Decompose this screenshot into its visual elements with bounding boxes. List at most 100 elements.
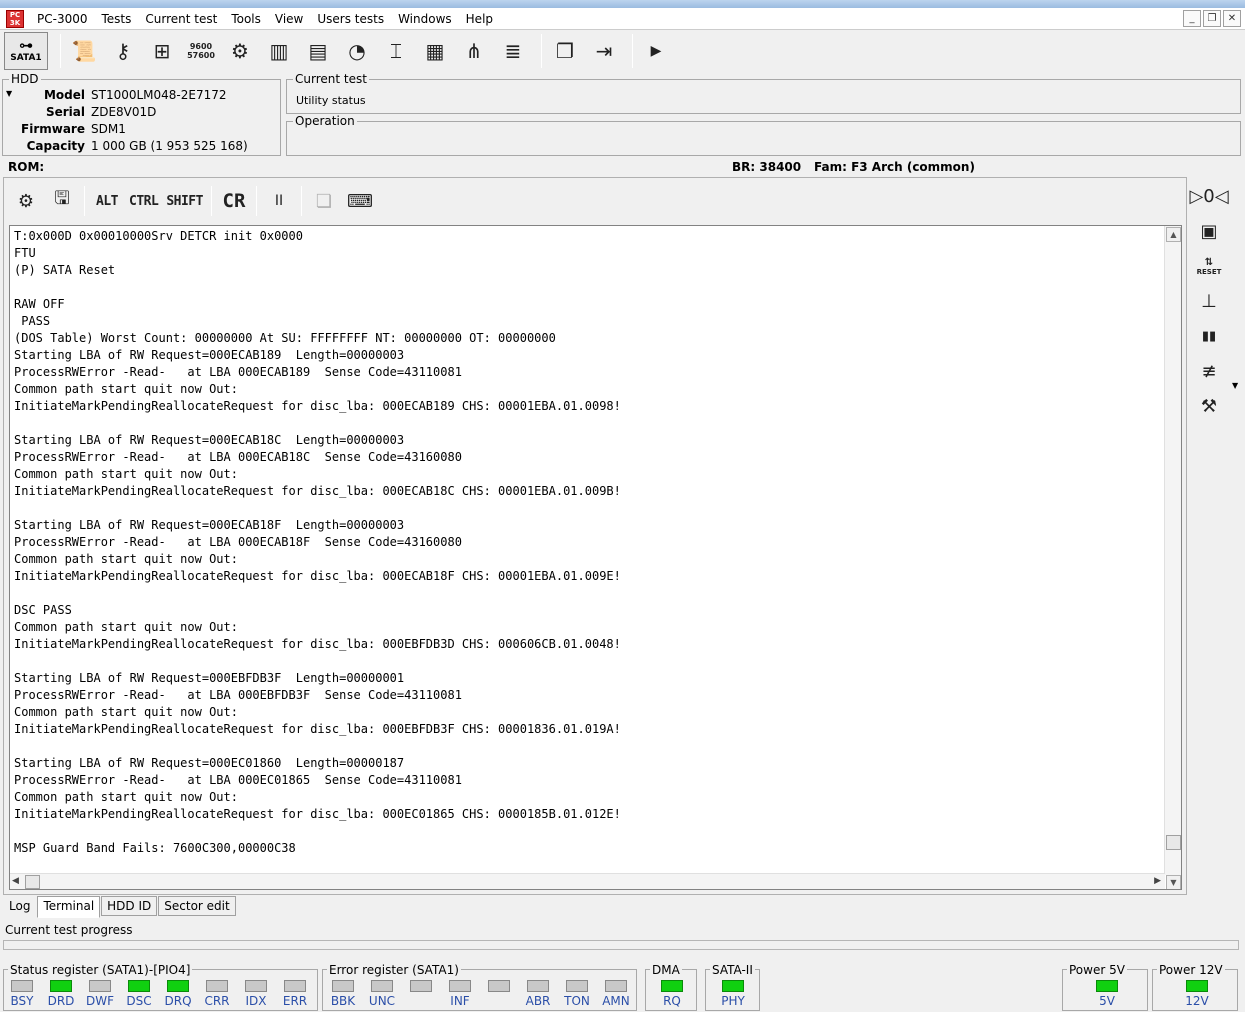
status-led — [371, 980, 393, 992]
disk-icon[interactable]: ◔ — [340, 34, 374, 68]
status-register-title: Status register (SATA1)-[PIO4] — [8, 963, 193, 977]
tools-icon[interactable]: ⚒ — [1192, 391, 1226, 421]
terminal-line: ProcessRWError -Read- at LBA 000EBFDB3F … — [14, 688, 462, 702]
menu-windows[interactable]: Windows — [391, 12, 459, 26]
tab-sector-edit[interactable]: Sector edit — [158, 896, 236, 916]
terminal-output[interactable]: T:0x000D 0x00010000Srv DETCR init 0x0000… — [9, 225, 1182, 890]
status-led — [332, 980, 354, 992]
window-title-strip — [0, 0, 1245, 8]
connector-icon[interactable]: ⊥ — [1192, 286, 1226, 316]
tab-hdd-id[interactable]: HDD ID — [101, 896, 158, 916]
operation-title: Operation — [293, 114, 357, 128]
save-icon[interactable]: 🖫 — [48, 186, 76, 216]
terminal-line: Starting LBA of RW Request=000ECAB18F Le… — [14, 518, 405, 532]
network-icon[interactable]: ⋔ — [457, 34, 491, 68]
menu-view[interactable]: View — [268, 12, 310, 26]
scroll-left-icon[interactable]: ◀ — [12, 876, 19, 886]
status-led — [1186, 980, 1208, 992]
status-led — [206, 980, 228, 992]
shift-key-button[interactable]: SHIFT — [166, 186, 203, 216]
app-logo-icon[interactable]: PC 3K — [6, 9, 24, 28]
terminal-line: Starting LBA of RW Request=000EBFDB3F Le… — [14, 671, 405, 685]
terminal-line: Common path start quit now Out: — [14, 705, 238, 719]
status-led — [128, 980, 150, 992]
windows-stack-icon[interactable]: ❐ — [548, 34, 582, 68]
terminal-line: MSP Guard Band Fails: 7600C300,00000C38 — [14, 841, 296, 855]
cr-button[interactable]: CR — [220, 186, 248, 216]
keyboard-icon[interactable]: ⌨ — [346, 186, 374, 216]
chevron-down-icon[interactable]: ▼ — [1232, 381, 1238, 390]
baud-rate-button[interactable]: 9600 57600 — [184, 34, 218, 68]
play-icon[interactable]: ▶ — [639, 34, 673, 68]
close-button[interactable]: ✕ — [1223, 10, 1241, 27]
zero-fill-icon[interactable]: ▷0◁ — [1189, 181, 1228, 211]
baud-rate-bottom: 57600 — [187, 51, 215, 60]
status-led — [89, 980, 111, 992]
current-test-value: Utility status — [296, 94, 366, 107]
terminal-line: T:0x000D 0x00010000Srv DETCR init 0x0000 — [14, 229, 303, 243]
list-icon[interactable]: ≣ — [496, 34, 530, 68]
test-progress-bar — [3, 940, 1239, 950]
vertical-scrollbar[interactable]: ▲ ▼ — [1164, 226, 1181, 889]
chip-icon[interactable]: ▥ — [262, 34, 296, 68]
hdd-info-icon[interactable]: ▤ — [301, 34, 335, 68]
restore-button[interactable]: ❐ — [1203, 10, 1221, 27]
reset-button[interactable]: ⇅ RESET — [1192, 251, 1226, 281]
scroll-log-icon[interactable]: 📜 — [67, 34, 101, 68]
status-led — [11, 980, 33, 992]
status-led-label: CRR — [204, 994, 230, 1008]
ctrl-key-button[interactable]: CTRL — [129, 186, 159, 216]
terminal-line: Starting LBA of RW Request=000EC01860 Le… — [14, 756, 405, 770]
menu-tools[interactable]: Tools — [224, 12, 268, 26]
menu-tests[interactable]: Tests — [94, 12, 138, 26]
sata2-title: SATA-II — [710, 963, 755, 977]
scroll-up-icon[interactable]: ▲ — [1166, 227, 1181, 242]
terminal-line: PASS — [14, 314, 51, 328]
status-led — [1096, 980, 1118, 992]
tab-log[interactable]: Log — [3, 896, 37, 916]
status-led-label: BSY — [10, 994, 34, 1008]
hdd-field-value: 1 000 GB (1 953 525 168) — [91, 139, 248, 153]
terminal-line: (DOS Table) Worst Count: 00000000 At SU:… — [14, 331, 556, 345]
terminal-line: Starting LBA of RW Request=000ECAB18C Le… — [14, 433, 405, 447]
menu-help[interactable]: Help — [459, 12, 500, 26]
scrollbar-thumb[interactable] — [1166, 835, 1181, 850]
gear-drive-icon[interactable]: ⚙ — [223, 34, 257, 68]
alt-key-button[interactable]: ALT — [93, 186, 121, 216]
minimize-button[interactable]: _ — [1183, 10, 1201, 27]
key-icon[interactable]: ⚷ — [106, 34, 140, 68]
scroll-down-icon[interactable]: ▼ — [1166, 875, 1181, 889]
terminal-text: T:0x000D 0x00010000Srv DETCR init 0x0000… — [14, 228, 1164, 857]
copy-icon[interactable]: ❏ — [310, 186, 338, 216]
family-label: Fam: F3 Arch (common) — [814, 160, 975, 174]
pause-button[interactable]: II — [265, 186, 293, 216]
scrollbar-thumb[interactable] — [25, 875, 40, 889]
menu-current-test[interactable]: Current test — [138, 12, 224, 26]
hdd-model-row: Model ST1000LM048-2E7172 — [3, 88, 278, 105]
pause-icon[interactable]: ▮▮ — [1192, 321, 1226, 351]
terminal-line: (P) SATA Reset — [14, 263, 116, 277]
heads-icon[interactable]: ⌶ — [379, 34, 413, 68]
status-led-label: ABR — [525, 994, 551, 1008]
settings-icon[interactable]: ⚙ — [12, 186, 40, 216]
current-test-group: Current test Utility status — [286, 72, 1241, 114]
menu-users-tests[interactable]: Users tests — [310, 12, 391, 26]
exit-icon[interactable]: ⇥ — [587, 34, 621, 68]
drive-tree-icon[interactable]: ⊞ — [145, 34, 179, 68]
grid-map-icon[interactable]: ▦ — [418, 34, 452, 68]
hdd-group-title: HDD — [9, 72, 41, 86]
status-led-label: DRQ — [164, 994, 192, 1008]
rom-label: ROM: — [8, 160, 45, 174]
board-icon[interactable]: ▣ — [1192, 216, 1226, 246]
horizontal-scrollbar[interactable]: ◀ ▶ — [10, 873, 1165, 889]
scroll-right-icon[interactable]: ▶ — [1154, 876, 1161, 886]
tab-terminal[interactable]: Terminal — [37, 896, 101, 918]
status-led-label: INF — [450, 994, 470, 1008]
hdd-group: HDD ▼ Model ST1000LM048-2E7172 Serial ZD… — [2, 72, 281, 156]
app-title: PC-3000 — [37, 11, 88, 26]
status-led — [284, 980, 306, 992]
power-stack-icon[interactable]: ≢ — [1192, 356, 1226, 386]
port-select-button[interactable]: ⊶ SATA1 — [4, 32, 48, 70]
